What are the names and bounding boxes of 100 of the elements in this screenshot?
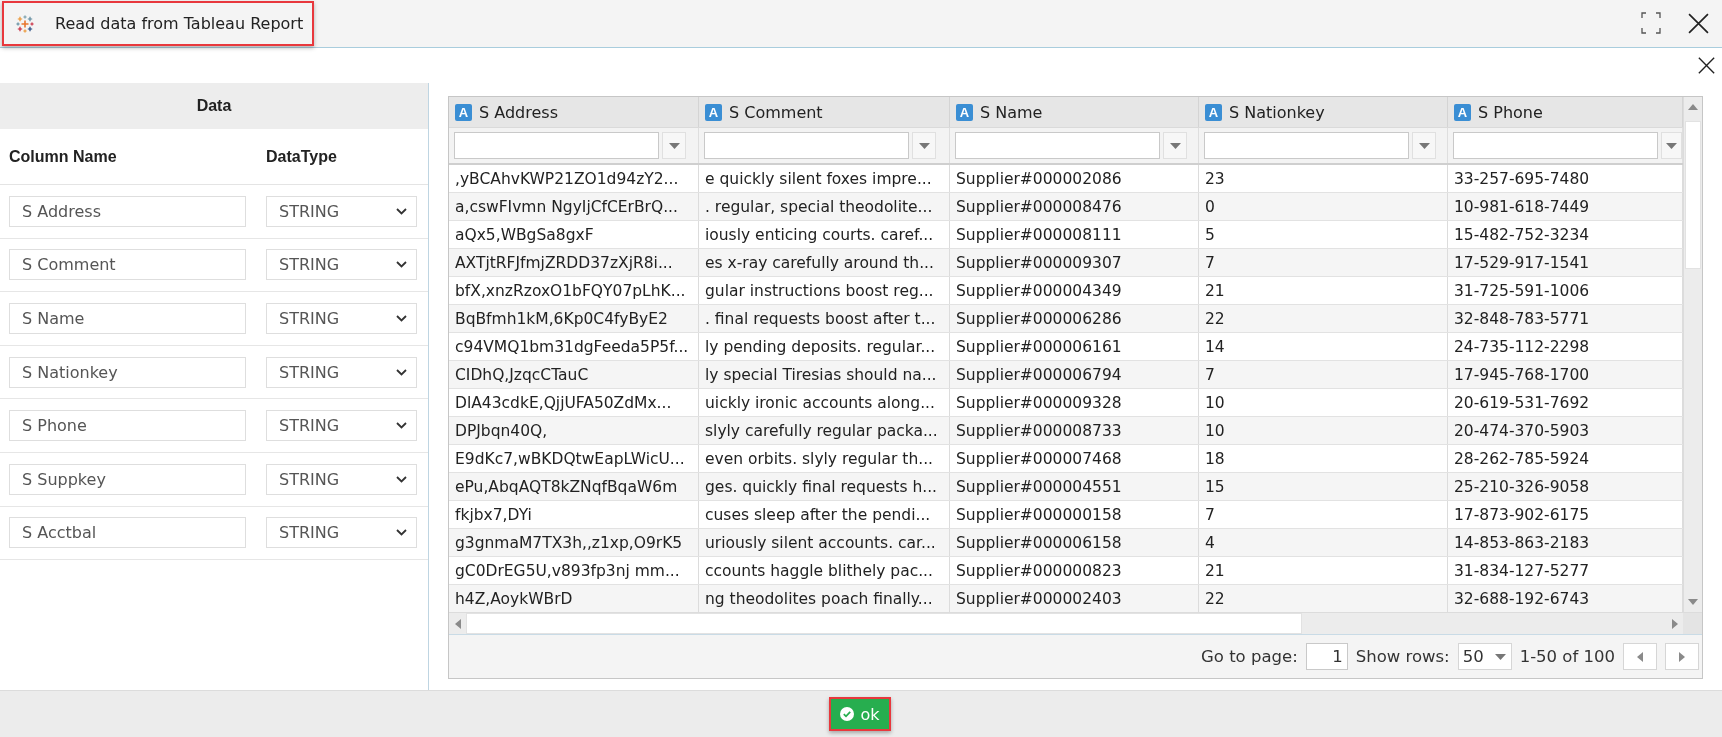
filter-field[interactable] — [1453, 132, 1658, 159]
column-title[interactable]: S Comment — [729, 102, 823, 122]
table-cell: Supplier#000006158 — [950, 529, 1199, 556]
datatype-select[interactable]: STRING — [266, 303, 417, 334]
table-row[interactable]: DlA43cdkE,QjjUFA50ZdMx... uickly ironic accounts along... Supplier#000009328 10 20-619-531-7692 — [449, 389, 1683, 417]
table-row[interactable]: bfX,xnzRzoxO1bFQY07pLhK... gular instructions boost reg... Supplier#000004349 21 31-725-591-1006 — [449, 277, 1683, 305]
filter-dropdown-button[interactable] — [1163, 132, 1187, 159]
table-row[interactable]: DPJbqn40Q, slyly carefully regular packa... Supplier#000008733 10 20-474-370-5903 — [449, 417, 1683, 445]
table-cell: AXTjtRFJfmjZRDD37zXjR8i... — [449, 249, 699, 276]
filter-dropdown-button[interactable] — [912, 132, 936, 159]
table-cell: ly pending deposits. regular... — [699, 333, 950, 360]
datatype-select[interactable]: STRING — [266, 410, 417, 442]
page-field[interactable]: 1 — [1305, 643, 1348, 670]
type-badge: A — [1454, 103, 1471, 121]
table-row[interactable]: g3gnmaM7TX3h,,z1xp,O9rK5 uriously silent accounts. car... Supplier#000006158 4 14-853-863-2183 — [449, 529, 1683, 557]
table-cell: es x-ray carefully around th... — [699, 249, 950, 276]
table-cell: slyly carefully regular packa... — [699, 417, 950, 444]
triangle-left-icon[interactable] — [1637, 651, 1643, 662]
close-icon[interactable] — [1688, 12, 1709, 34]
table-cell: 18 — [1199, 445, 1448, 472]
table-cell: 7 — [1199, 249, 1448, 276]
table-cell: 22 — [1199, 305, 1448, 332]
scrollbar-thumb[interactable] — [1685, 121, 1701, 269]
filter-dropdown-button[interactable] — [1661, 132, 1682, 159]
table-cell: ges. quickly final requests h... — [699, 473, 950, 500]
scroll-up-icon[interactable] — [1688, 104, 1698, 110]
scroll-right-icon[interactable] — [1671, 618, 1678, 629]
table-row[interactable]: BqBfmh1kM,6Kp0C4fyByE2 . final requests boost after t... Supplier#000006286 22 32-848-783-5771 — [449, 305, 1683, 333]
table-row[interactable]: fkjbx7,DYi cuses sleep after the pendi... Supplier#000000158 7 17-873-902-6175 — [449, 501, 1683, 529]
filter-field[interactable] — [955, 132, 1160, 159]
table-cell: ePu,AbqAQT8kZNqfBqaW6m — [449, 473, 699, 500]
datatype-select[interactable]: STRING — [266, 463, 417, 495]
column-title[interactable]: S Phone — [1478, 102, 1543, 122]
caret-down-icon — [1169, 142, 1181, 149]
column-title[interactable]: S Address — [479, 102, 558, 122]
table-cell: c94VMQ1bm31dgFeeda5P5f... — [449, 333, 699, 360]
table-cell: uickly ironic accounts along... — [699, 389, 950, 416]
datatype-select[interactable]: STRING — [266, 356, 417, 388]
column-name-field[interactable]: S Comment — [9, 249, 246, 281]
filter-field[interactable] — [704, 132, 909, 159]
scrollbar-thumb[interactable] — [466, 613, 1302, 634]
table-cell: ,yBCAhvKWP21ZO1d94zY2... — [449, 165, 699, 192]
filter-field[interactable] — [454, 132, 659, 159]
scroll-left-icon[interactable] — [454, 618, 461, 629]
table-cell: iously enticing courts. caref... — [699, 221, 950, 248]
datatype-select[interactable]: STRING — [266, 195, 417, 227]
table-row[interactable]: E9dKc7,wBKDQtwEapLWicU... even orbits. slyly regular th... Supplier#000007468 18 28-262-785-5924 — [449, 445, 1683, 473]
scrollbar-corner — [1683, 612, 1702, 634]
column-header: Column Name — [9, 147, 118, 166]
caret-down-icon — [668, 142, 680, 149]
column-name-field[interactable]: S Name — [9, 303, 246, 334]
panel-title: Data — [0, 83, 428, 129]
column-name-field[interactable]: S Acctbal — [9, 517, 246, 549]
table-row[interactable]: ePu,AbqAQT8kZNqfBqaW6m ges. quickly final requests h... Supplier#000004551 15 25-210-326-9058 — [449, 473, 1683, 501]
table-cell: 21 — [1199, 557, 1448, 584]
filter-dropdown-button[interactable] — [1412, 132, 1436, 159]
table-row[interactable]: CIDhQ,JzqcCTauC ly special Tiresias should na... Supplier#000006794 7 17-945-768-1700 — [449, 361, 1683, 389]
close-icon[interactable] — [1698, 57, 1715, 74]
horizontal-scrollbar[interactable] — [449, 612, 1683, 634]
filter-field[interactable] — [1204, 132, 1409, 159]
column-name-field[interactable]: S Suppkey — [9, 463, 246, 495]
page-range-text: 1-50 of 100 — [1519, 647, 1615, 666]
triangle-right-icon[interactable] — [1679, 651, 1685, 662]
maximize-icon[interactable] — [1641, 12, 1661, 34]
table-cell: Supplier#000000823 — [950, 557, 1199, 584]
datatype-select[interactable]: STRING — [266, 517, 417, 549]
table-row[interactable]: gC0DrEG5U,v893fp3nj mm... ccounts haggle blithely pac... Supplier#000000823 21 31-834-127-5277 — [449, 557, 1683, 585]
previous-page-button[interactable] — [1623, 643, 1657, 670]
column-name-field[interactable]: S Nationkey — [9, 356, 246, 388]
table-cell: 10 — [1199, 417, 1448, 444]
filter-dropdown-button[interactable] — [662, 132, 686, 159]
table-row[interactable]: AXTjtRFJfmjZRDD37zXjR8i... es x-ray carefully around th... Supplier#000009307 7 17-529-917-1541 — [449, 249, 1683, 277]
table-row[interactable]: a,cswFIvmn NgyIjCfCErBrQ... . regular, special theodolite... Supplier#000008476 0 10-981-618-7449 — [449, 193, 1683, 221]
table-cell: Supplier#000008476 — [950, 193, 1199, 220]
table-row[interactable]: h4Z,AoykWBrD ng theodolites poach finally... Supplier#000002403 22 32-688-192-6743 — [449, 585, 1683, 612]
column-title[interactable]: S Name — [980, 102, 1043, 122]
scroll-down-icon[interactable] — [1688, 599, 1698, 605]
vertical-scrollbar[interactable] — [1683, 97, 1702, 612]
table-cell: gC0DrEG5U,v893fp3nj mm... — [449, 557, 699, 584]
table-row[interactable]: c94VMQ1bm31dgFeeda5P5f... ly pending deposits. regular... Supplier#000006161 14 24-735-112-2298 — [449, 333, 1683, 361]
next-page-button[interactable] — [1665, 643, 1699, 670]
datatype-select[interactable]: STRING — [266, 249, 417, 281]
table-cell: DlA43cdkE,QjjUFA50ZdMx... — [449, 389, 699, 416]
column-title[interactable]: S Nationkey — [1229, 102, 1325, 122]
table-cell: Supplier#000000158 — [950, 501, 1199, 528]
check-circle-icon — [840, 707, 855, 721]
goto-page-label: Go to page: — [1201, 647, 1298, 666]
table-cell: DPJbqn40Q, — [449, 417, 699, 444]
table-cell: Supplier#000006161 — [950, 333, 1199, 360]
table-cell: Supplier#000007468 — [950, 445, 1199, 472]
table-row[interactable]: ,yBCAhvKWP21ZO1d94zY2... e quickly silent foxes impre... Supplier#000002086 23 33-257-695-7480 — [449, 165, 1683, 193]
column-name-field[interactable]: S Phone — [9, 410, 246, 442]
app-logo-icon — [16, 14, 34, 33]
column-name-field[interactable]: S Address — [9, 195, 246, 227]
table-cell: 23 — [1199, 165, 1448, 192]
table-cell: Supplier#000009328 — [950, 389, 1199, 416]
table-cell: Supplier#000004551 — [950, 473, 1199, 500]
table-cell: e quickly silent foxes impre... — [699, 165, 950, 192]
table-row[interactable]: aQx5,WBgSa8gxF iously enticing courts. caref... Supplier#000008111 5 15-482-752-3234 — [449, 221, 1683, 249]
rows-per-page-select[interactable]: 50 — [1457, 643, 1512, 670]
